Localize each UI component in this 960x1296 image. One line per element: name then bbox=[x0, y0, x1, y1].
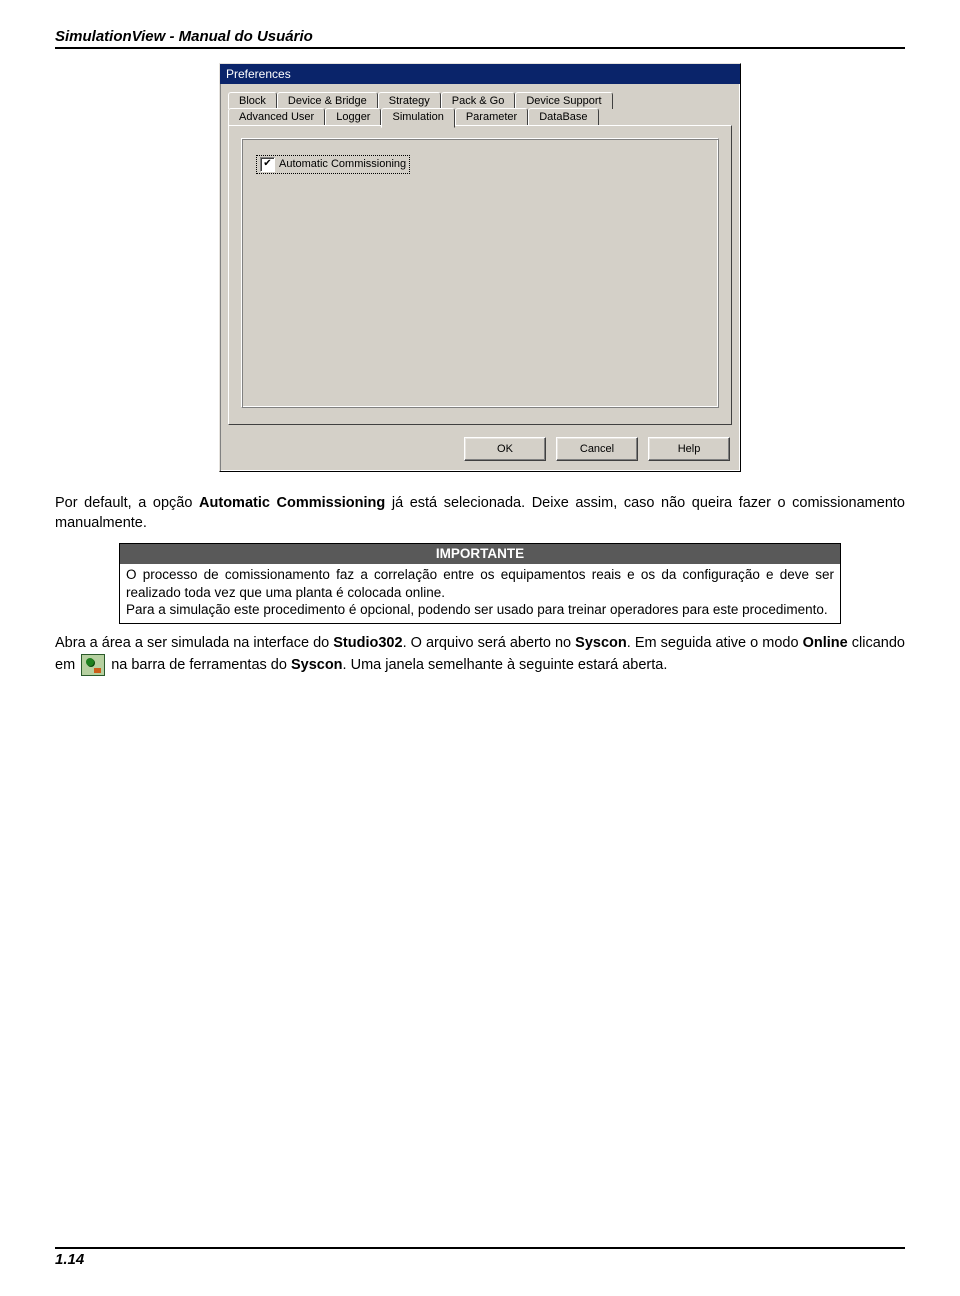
text-bold: Syscon bbox=[291, 656, 343, 672]
tab-pack-go[interactable]: Pack & Go bbox=[441, 92, 516, 109]
dialog-titlebar: Preferences bbox=[220, 64, 740, 84]
text-span: Para a simulação este procedimento é opc… bbox=[126, 602, 828, 617]
dialog-buttons: OK Cancel Help bbox=[220, 429, 740, 471]
cancel-button[interactable]: Cancel bbox=[556, 437, 638, 461]
tab-block[interactable]: Block bbox=[228, 92, 277, 109]
tab-device-bridge[interactable]: Device & Bridge bbox=[277, 92, 378, 109]
text-bold: Online bbox=[803, 635, 848, 651]
ok-button[interactable]: OK bbox=[464, 437, 546, 461]
tab-database[interactable]: DataBase bbox=[528, 108, 598, 126]
text-span: O processo de comissionamento faz a corr… bbox=[126, 567, 834, 600]
important-heading: IMPORTANTE bbox=[120, 544, 840, 564]
paragraph-1: Por default, a opção Automatic Commissio… bbox=[55, 494, 905, 533]
tab-advanced-user[interactable]: Advanced User bbox=[228, 108, 325, 126]
text-span: . Uma janela semelhante à seguinte estar… bbox=[343, 656, 668, 672]
checkbox-automatic-commissioning[interactable]: ✔ Automatic Commissioning bbox=[256, 155, 410, 174]
paragraph-2: Abra a área a ser simulada na interface … bbox=[55, 634, 905, 676]
checkbox-label: Automatic Commissioning bbox=[279, 158, 406, 170]
page-footer: 1.14 bbox=[55, 1247, 905, 1268]
tab-panel: ✔ Automatic Commissioning bbox=[228, 125, 732, 425]
tab-strategy[interactable]: Strategy bbox=[378, 92, 441, 109]
text-span: . O arquivo será aberto no bbox=[403, 635, 576, 651]
text-bold: Automatic Commissioning bbox=[199, 495, 385, 511]
text-span: Por default, a opção bbox=[55, 495, 199, 511]
text-span: Abra a área a ser simulada na interface … bbox=[55, 635, 333, 651]
important-body: O processo de comissionamento faz a corr… bbox=[120, 564, 840, 623]
tab-logger[interactable]: Logger bbox=[325, 108, 381, 126]
text-span: . Em seguida ative o modo bbox=[627, 635, 803, 651]
tab-row-bottom: Advanced User Logger Simulation Paramete… bbox=[228, 108, 732, 126]
tab-simulation[interactable]: Simulation bbox=[381, 108, 454, 128]
text-span: na barra de ferramentas do bbox=[107, 656, 291, 672]
online-toolbar-icon bbox=[81, 654, 105, 676]
page-number: 1.14 bbox=[55, 1251, 905, 1268]
preferences-dialog: Preferences Block Device & Bridge Strate… bbox=[219, 63, 741, 472]
body-text: Por default, a opção Automatic Commissio… bbox=[55, 494, 905, 676]
important-box: IMPORTANTE O processo de comissionamento… bbox=[119, 543, 841, 624]
group-box: ✔ Automatic Commissioning bbox=[241, 138, 719, 408]
text-bold: Syscon bbox=[575, 635, 627, 651]
doc-header-title: SimulationView - Manual do Usuário bbox=[55, 28, 905, 45]
tab-parameter[interactable]: Parameter bbox=[455, 108, 528, 126]
footer-rule bbox=[55, 1247, 905, 1249]
text-bold: Studio302 bbox=[333, 635, 402, 651]
tab-device-support[interactable]: Device Support bbox=[515, 92, 612, 109]
header-rule bbox=[55, 47, 905, 49]
help-button[interactable]: Help bbox=[648, 437, 730, 461]
tab-row-top: Block Device & Bridge Strategy Pack & Go… bbox=[228, 92, 732, 109]
checkmark-icon: ✔ bbox=[260, 157, 275, 172]
